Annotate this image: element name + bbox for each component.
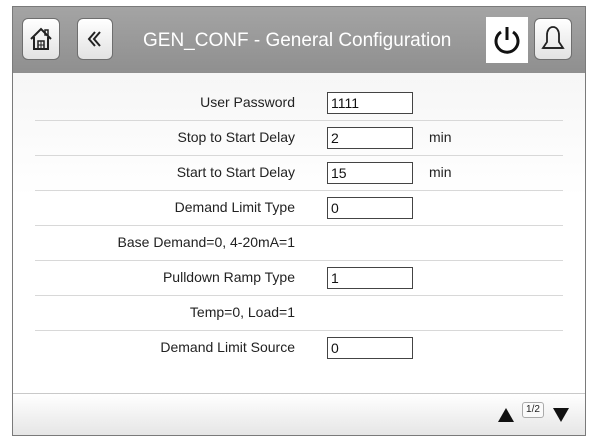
- param-row-stop-to-start-delay: Stop to Start Delay 2 min: [35, 120, 563, 156]
- power-icon: [494, 27, 520, 54]
- home-button[interactable]: [22, 18, 60, 60]
- param-row-start-to-start-delay: Start to Start Delay 15 min: [35, 155, 563, 191]
- alarm-button[interactable]: [534, 18, 572, 60]
- param-label: Demand Limit Type: [174, 199, 295, 215]
- param-label: Demand Limit Source: [160, 339, 295, 355]
- demand-limit-type-field[interactable]: 0: [327, 197, 413, 219]
- stop-to-start-delay-field[interactable]: 2: [327, 127, 413, 149]
- param-label: Stop to Start Delay: [177, 129, 295, 145]
- back-button[interactable]: [77, 18, 113, 60]
- param-hint: Base Demand=0, 4-20mA=1: [117, 234, 295, 250]
- demand-limit-source-field[interactable]: 0: [327, 337, 413, 359]
- param-label: Start to Start Delay: [176, 164, 295, 180]
- param-unit: min: [429, 164, 452, 180]
- pulldown-ramp-type-field[interactable]: 1: [327, 267, 413, 289]
- param-row-demand-limit-source: Demand Limit Source 0: [35, 330, 563, 365]
- page-title: GEN_CONF - General Configuration: [143, 30, 452, 51]
- back-chevron-icon: [87, 31, 101, 47]
- page-indicator: 1/2: [522, 402, 544, 418]
- user-password-field[interactable]: 1111: [327, 92, 413, 114]
- param-unit: min: [429, 129, 452, 145]
- param-row-demand-limit-type: Demand Limit Type 0: [35, 190, 563, 226]
- param-row-demand-hint: Base Demand=0, 4-20mA=1: [35, 225, 563, 261]
- page-up-arrow-icon[interactable]: [498, 408, 514, 422]
- footer-bar: 1/2: [13, 393, 585, 435]
- param-hint: Temp=0, Load=1: [189, 304, 295, 320]
- header-bar: GEN_CONF - General Configuration: [13, 7, 585, 73]
- bell-icon: [541, 26, 565, 49]
- power-button[interactable]: [486, 17, 528, 63]
- start-to-start-delay-field[interactable]: 15: [327, 162, 413, 184]
- param-label: Pulldown Ramp Type: [162, 269, 295, 285]
- home-icon: [30, 27, 52, 50]
- screen-frame: GEN_CONF - General Configuration User Pa…: [12, 6, 586, 436]
- parameter-list: User Password 1111 Stop to Start Delay 2…: [13, 73, 585, 383]
- param-row-ramp-hint: Temp=0, Load=1: [35, 295, 563, 331]
- param-row-pulldown-ramp-type: Pulldown Ramp Type 1: [35, 260, 563, 296]
- param-row-user-password: User Password 1111: [35, 85, 563, 121]
- page-down-arrow-icon[interactable]: [553, 408, 569, 422]
- param-label: User Password: [200, 94, 295, 110]
